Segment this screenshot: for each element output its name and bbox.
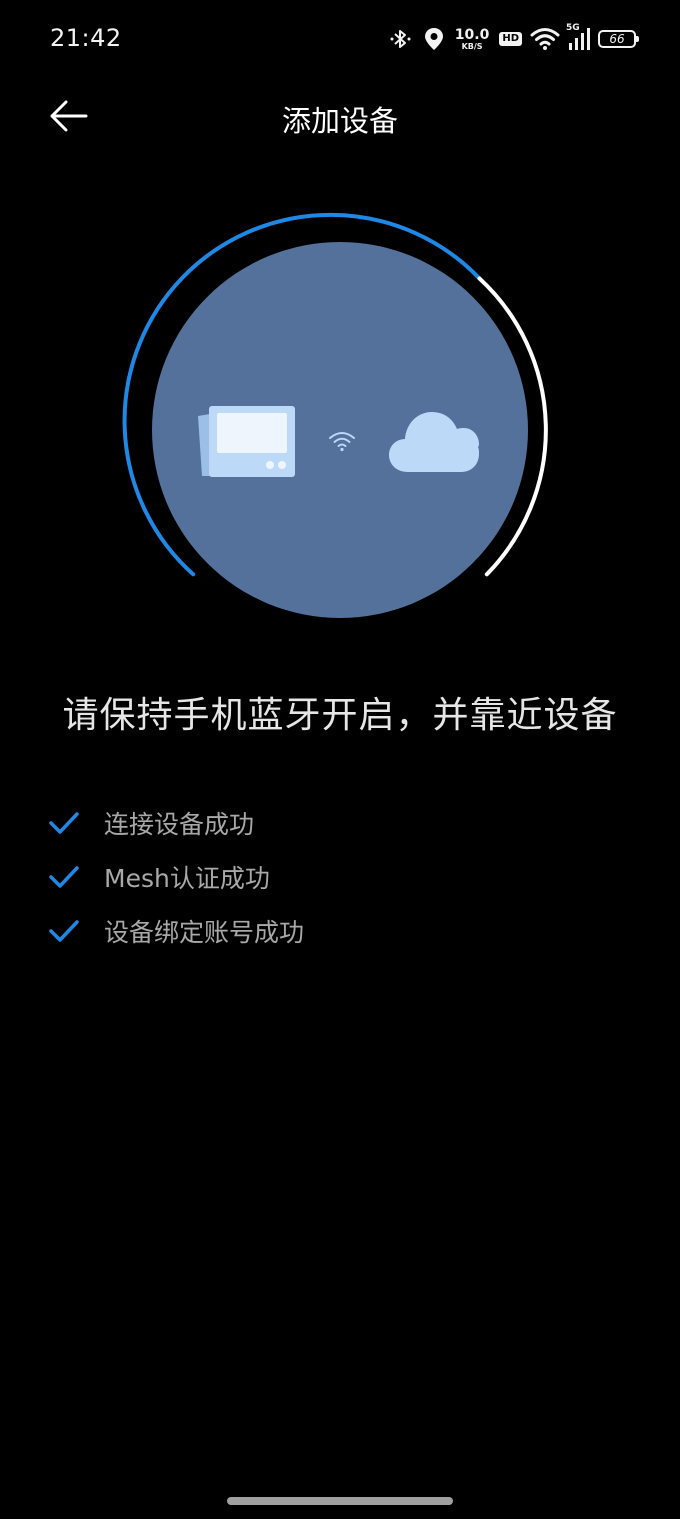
step-item: 设备绑定账号成功 bbox=[48, 904, 628, 958]
page-title: 添加设备 bbox=[281, 104, 398, 138]
cloud-icon bbox=[388, 410, 480, 478]
step-label: 连接设备成功 bbox=[104, 810, 255, 839]
status-icons: 10.0 KB/S HD 5G 66 bbox=[389, 23, 639, 54]
hd-badge: HD bbox=[499, 32, 522, 46]
checkmark-icon bbox=[48, 807, 80, 839]
step-label: Mesh认证成功 bbox=[104, 864, 270, 893]
signal-label: 5G bbox=[566, 23, 580, 33]
location-icon bbox=[423, 26, 445, 52]
home-indicator[interactable] bbox=[227, 1497, 453, 1505]
step-item: 连接设备成功 bbox=[48, 796, 628, 850]
status-time: 21:42 bbox=[50, 24, 122, 52]
instruction-text: 请保持手机蓝牙开启，并靠近设备 bbox=[62, 695, 618, 736]
wifi-small-icon bbox=[328, 430, 356, 456]
checkmark-icon bbox=[48, 915, 80, 947]
wifi-icon bbox=[530, 27, 560, 51]
step-item: Mesh认证成功 bbox=[48, 850, 628, 904]
battery-icon: 66 bbox=[598, 30, 639, 48]
status-bar: 21:42 10.0 KB/S HD 5G 66 bbox=[0, 0, 680, 80]
net-speed-unit: KB/S bbox=[461, 41, 483, 51]
bluetooth-icon bbox=[389, 26, 415, 52]
net-speed: 10.0 KB/S bbox=[455, 28, 490, 51]
step-label: 设备绑定账号成功 bbox=[104, 918, 305, 947]
net-speed-value: 10.0 bbox=[454, 26, 490, 43]
checkmark-icon bbox=[48, 861, 80, 893]
signal-icon: 5G bbox=[566, 23, 590, 51]
pairing-illustration bbox=[120, 210, 560, 650]
progress-steps: 连接设备成功 Mesh认证成功 设备绑定账号成功 bbox=[48, 796, 628, 958]
battery-level: 66 bbox=[609, 32, 625, 46]
device-icon bbox=[196, 406, 296, 482]
